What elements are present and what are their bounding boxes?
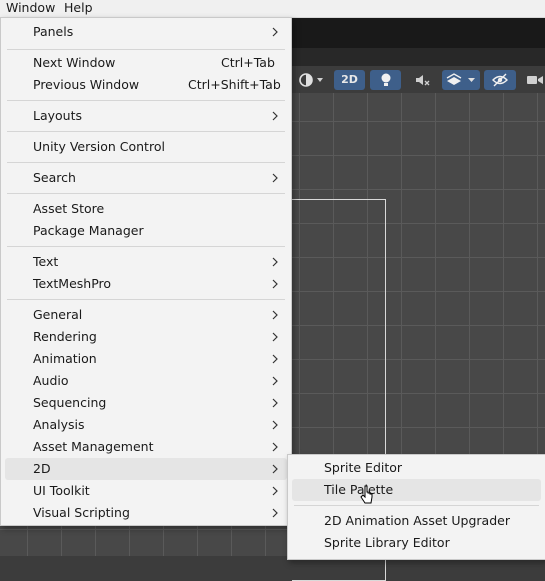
menu-item-label: Panels xyxy=(33,24,74,39)
menu-item-sprite-library-editor[interactable]: Sprite Library Editor xyxy=(292,532,541,554)
menu-window[interactable]: Window xyxy=(6,0,55,17)
draw-mode-dropdown[interactable] xyxy=(295,70,329,90)
menu-item-rendering[interactable]: Rendering xyxy=(5,326,287,348)
menu-help[interactable]: Help xyxy=(64,0,93,17)
chevron-right-icon xyxy=(272,279,278,289)
menu-item-label: Asset Store xyxy=(33,201,105,216)
menu-item-shortcut: Ctrl+Tab xyxy=(221,55,275,70)
chevron-right-icon xyxy=(272,486,278,496)
menu-separator xyxy=(294,505,539,506)
menu-item-label: TextMeshPro xyxy=(33,276,112,291)
menu-item-previous-window[interactable]: Previous Window Ctrl+Shift+Tab xyxy=(5,74,287,96)
chevron-right-icon xyxy=(272,376,278,386)
chevron-right-icon xyxy=(272,111,278,121)
menu-separator xyxy=(7,299,285,300)
effects-dropdown-icon[interactable] xyxy=(442,70,480,90)
menu-item-label: 2D Animation Asset Upgrader xyxy=(324,513,510,528)
menu-item-animation[interactable]: Animation xyxy=(5,348,287,370)
submenu-2d: Sprite Editor Tile Palette 2D Animation … xyxy=(287,454,545,560)
application-menu-bar: Window Help xyxy=(0,0,545,18)
chevron-right-icon xyxy=(272,442,278,452)
menu-item-label: Text xyxy=(33,254,59,269)
menu-item-asset-management[interactable]: Asset Management xyxy=(5,436,287,458)
menu-item-label: 2D xyxy=(33,461,51,476)
menu-separator xyxy=(7,246,285,247)
chevron-right-icon xyxy=(272,420,278,430)
menu-item-asset-store[interactable]: Asset Store xyxy=(5,198,287,220)
menu-separator xyxy=(7,49,285,50)
menu-item-label: Sequencing xyxy=(33,395,107,410)
menu-item-analysis[interactable]: Analysis xyxy=(5,414,287,436)
menu-item-package-manager[interactable]: Package Manager xyxy=(5,220,287,242)
menu-item-2d-animation-asset-upgrader[interactable]: 2D Animation Asset Upgrader xyxy=(292,510,541,532)
menu-item-sequencing[interactable]: Sequencing xyxy=(5,392,287,414)
menu-separator xyxy=(7,162,285,163)
lighting-toggle-icon[interactable] xyxy=(370,70,401,90)
menu-item-label: General xyxy=(33,307,83,322)
menu-separator xyxy=(7,193,285,194)
menu-item-label: Next Window xyxy=(33,55,116,70)
chevron-right-icon xyxy=(272,354,278,364)
menu-item-unity-version-control[interactable]: Unity Version Control xyxy=(5,136,287,158)
menu-item-panels[interactable]: Panels xyxy=(5,21,287,43)
menu-item-label: Sprite Editor xyxy=(324,460,403,475)
menu-item-visual-scripting[interactable]: Visual Scripting xyxy=(5,502,287,524)
menu-item-label: Tile Palette xyxy=(324,482,394,497)
mouse-cursor-icon xyxy=(360,485,373,504)
menu-item-ui-toolkit[interactable]: UI Toolkit xyxy=(5,480,287,502)
menu-item-label: Sprite Library Editor xyxy=(324,535,450,550)
menu-item-label: Audio xyxy=(33,373,69,388)
window-menu-dropdown: Panels Next Window Ctrl+Tab Previous Win… xyxy=(0,17,292,526)
scene-visibility-icon[interactable] xyxy=(484,70,516,90)
menu-item-label: Previous Window xyxy=(33,77,140,92)
chevron-right-icon xyxy=(272,27,278,37)
menu-item-label: UI Toolkit xyxy=(33,483,90,498)
menu-item-label: Analysis xyxy=(33,417,85,432)
menu-item-layouts[interactable]: Layouts xyxy=(5,105,287,127)
chevron-right-icon xyxy=(272,257,278,267)
menu-separator xyxy=(7,100,285,101)
chevron-right-icon xyxy=(272,173,278,183)
toggle-2d-button[interactable]: 2D xyxy=(334,70,365,90)
menu-item-textmeshpro[interactable]: TextMeshPro xyxy=(5,273,287,295)
menu-item-label: Asset Management xyxy=(33,439,154,454)
audio-mute-icon[interactable] xyxy=(406,70,437,90)
menu-item-shortcut: Ctrl+Shift+Tab xyxy=(188,77,281,92)
camera-icon[interactable] xyxy=(520,70,545,90)
menu-item-label: Animation xyxy=(33,351,97,366)
menu-item-label: Visual Scripting xyxy=(33,505,130,520)
menu-item-sprite-editor[interactable]: Sprite Editor xyxy=(292,457,541,479)
menu-item-next-window[interactable]: Next Window Ctrl+Tab xyxy=(5,52,287,74)
menu-separator xyxy=(7,131,285,132)
menu-item-tile-palette[interactable]: Tile Palette xyxy=(292,479,541,501)
menu-item-audio[interactable]: Audio xyxy=(5,370,287,392)
menu-item-text[interactable]: Text xyxy=(5,251,287,273)
menu-item-label: Unity Version Control xyxy=(33,139,165,154)
chevron-right-icon xyxy=(272,464,278,474)
menu-item-label: Rendering xyxy=(33,329,97,344)
chevron-right-icon xyxy=(272,332,278,342)
chevron-right-icon xyxy=(272,508,278,518)
chevron-right-icon xyxy=(272,398,278,408)
menu-item-label: Layouts xyxy=(33,108,83,123)
chevron-right-icon xyxy=(272,310,278,320)
menu-item-2d[interactable]: 2D xyxy=(5,458,287,480)
menu-item-search[interactable]: Search xyxy=(5,167,287,189)
menu-item-label: Search xyxy=(33,170,76,185)
menu-item-label: Package Manager xyxy=(33,223,144,238)
menu-item-general[interactable]: General xyxy=(5,304,287,326)
